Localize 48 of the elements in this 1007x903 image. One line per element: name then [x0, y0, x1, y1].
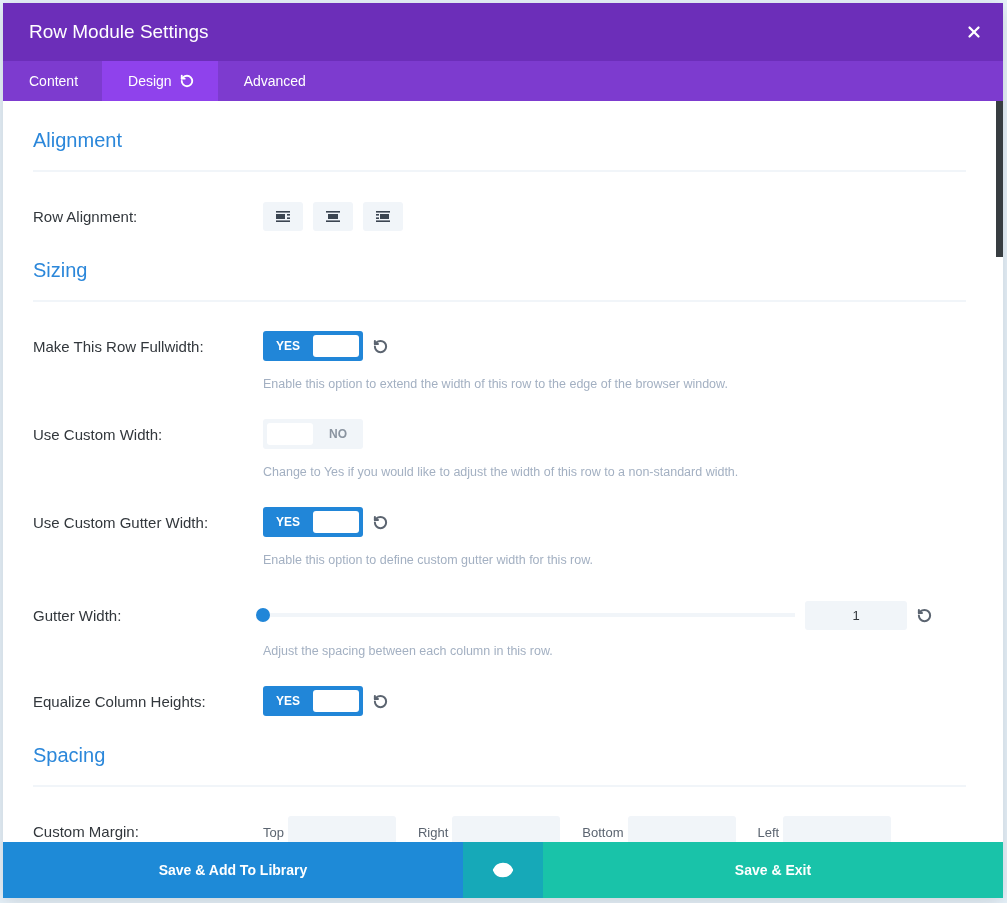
tab[interactable]: Design — [102, 61, 218, 101]
setting-label: Custom Margin: — [33, 822, 140, 840]
reset-icon[interactable] — [373, 514, 388, 530]
field-label: Bottom — [582, 823, 624, 840]
reset-icon — [179, 74, 194, 88]
section-title: Sizing — [33, 258, 89, 283]
toggle-switch[interactable]: NO — [263, 419, 363, 449]
slider-thumb[interactable] — [256, 608, 270, 622]
input-field[interactable] — [627, 816, 736, 842]
alignment-button[interactable] — [363, 201, 403, 231]
field-label: Top — [263, 823, 284, 840]
setting-description: Change to Yes if you would like to adjust the width of this row to a non-standard width. — [263, 464, 740, 480]
section-title: Alignment — [33, 128, 123, 153]
setting-description: Adjust the spacing between each column in this row. — [263, 643, 554, 659]
reset-icon[interactable] — [373, 693, 388, 709]
align-icon — [376, 210, 390, 222]
field-label: Left — [757, 823, 780, 840]
input-field[interactable] — [452, 816, 561, 842]
tab[interactable]: Advanced — [217, 61, 330, 101]
alignment-button[interactable] — [313, 201, 353, 231]
alignment-button[interactable] — [263, 201, 303, 231]
setting-label: Row Alignment: — [33, 207, 139, 225]
input-field[interactable] — [783, 816, 892, 842]
toggle-switch[interactable]: YES — [263, 507, 363, 537]
setting-description: Enable this option to define custom gutter width for this row. — [263, 552, 595, 568]
field-label: Right — [417, 823, 449, 840]
reset-icon[interactable] — [917, 607, 932, 623]
value-field[interactable]: 1 — [805, 600, 907, 630]
save-exit-button[interactable]: Save & Exit — [543, 842, 1003, 898]
window-title: Row Module Settings — [29, 21, 209, 43]
scrollbar[interactable] — [996, 101, 1003, 257]
input-field[interactable] — [287, 816, 396, 842]
tab[interactable]: Content — [3, 61, 103, 101]
setting-label: Make This Row Fullwidth: — [33, 337, 205, 355]
toggle-switch[interactable]: YES — [263, 686, 363, 716]
section-title: Spacing — [33, 743, 107, 768]
close-button[interactable] — [965, 23, 983, 41]
setting-description: Enable this option to extend the width of this row to the edge of the browser window. — [263, 376, 729, 392]
reset-icon[interactable] — [373, 338, 388, 354]
save-to-library-button[interactable]: Save & Add To Library — [3, 842, 463, 898]
setting-label: Gutter Width: — [33, 606, 123, 624]
setting-label: Use Custom Width: — [33, 425, 164, 443]
setting-label: Equalize Column Heights: — [33, 692, 207, 710]
align-icon — [276, 210, 290, 222]
preview-button[interactable] — [463, 842, 543, 898]
setting-label: Use Custom Gutter Width: — [33, 513, 210, 531]
toggle-switch[interactable]: YES — [263, 331, 363, 361]
align-icon — [326, 210, 340, 222]
